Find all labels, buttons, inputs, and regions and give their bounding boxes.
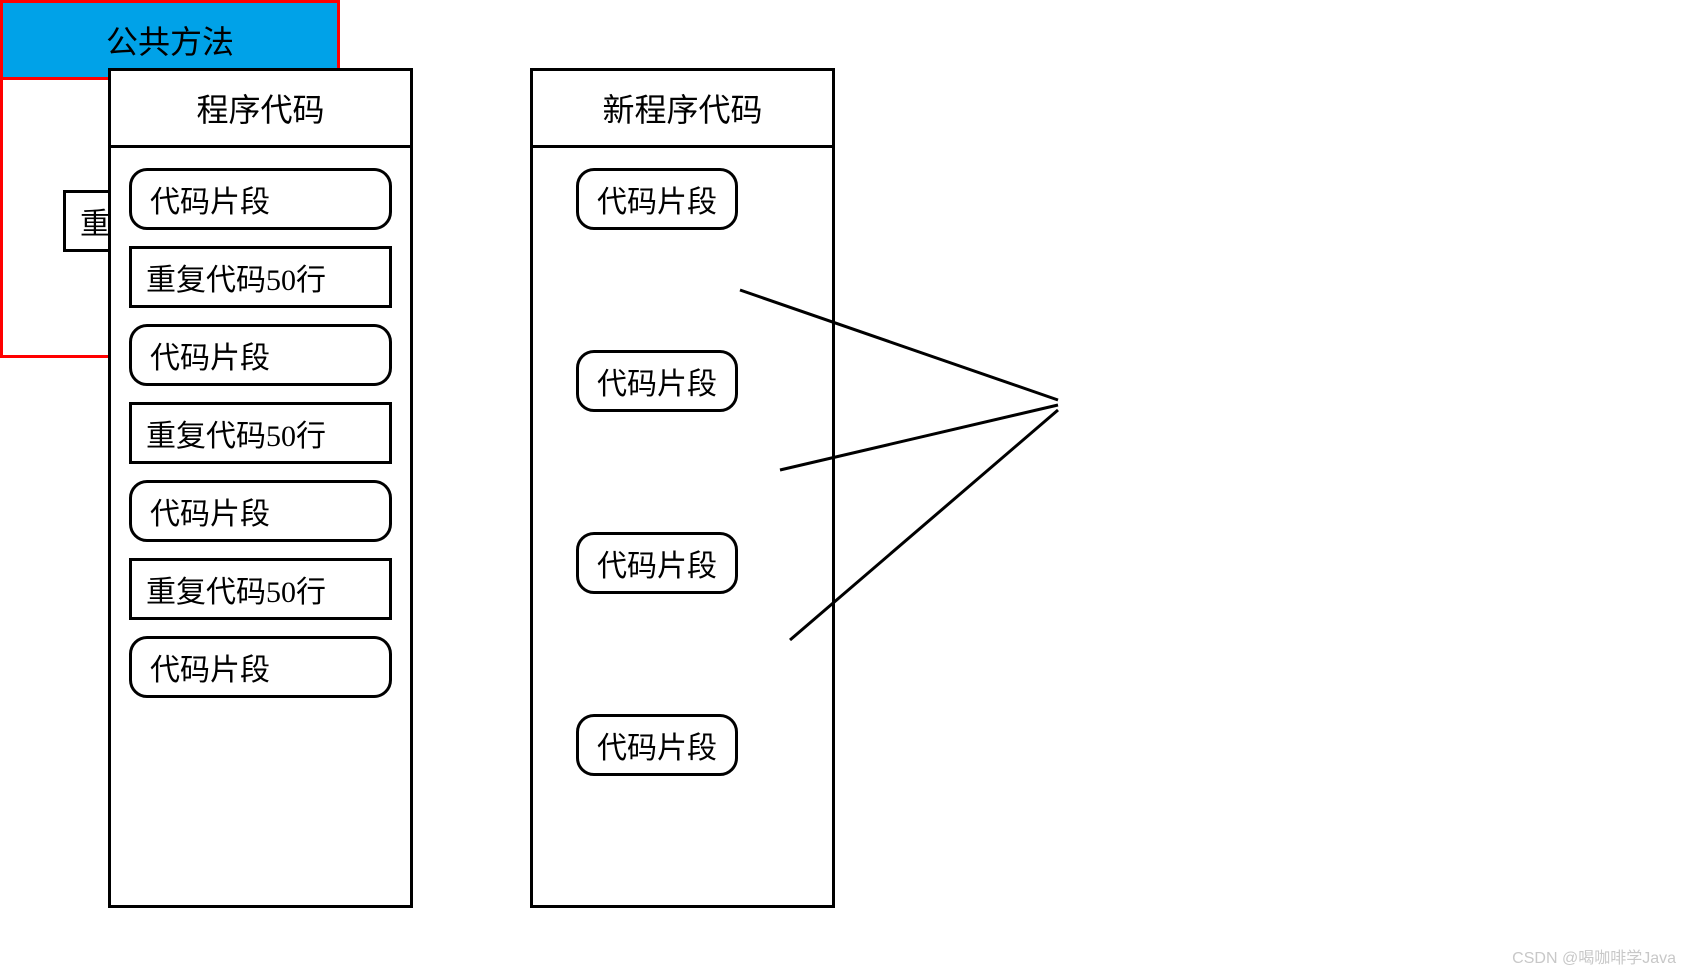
code-snippet: 代码片段: [576, 350, 738, 412]
watermark: CSDN @喝咖啡学Java: [1512, 944, 1676, 968]
code-snippet: 代码片段: [129, 480, 392, 542]
repeated-code: 重复代码50行: [129, 558, 392, 620]
program-code-body: 代码片段 重复代码50行 代码片段 重复代码50行 代码片段 重复代码50行 代…: [111, 148, 410, 718]
code-snippet: 代码片段: [129, 324, 392, 386]
repeated-code: 重复代码50行: [129, 402, 392, 464]
diagram-container: 程序代码 代码片段 重复代码50行 代码片段 重复代码50行 代码片段 重复代码…: [0, 0, 1690, 978]
new-program-code-box: 新程序代码 代码片段 代码片段 代码片段 代码片段: [530, 68, 835, 908]
new-program-code-body: 代码片段 代码片段 代码片段 代码片段: [533, 148, 832, 796]
code-snippet: 代码片段: [576, 168, 738, 230]
program-code-title: 程序代码: [111, 71, 410, 148]
code-snippet: 代码片段: [129, 168, 392, 230]
code-snippet: 代码片段: [129, 636, 392, 698]
repeated-code: 重复代码50行: [129, 246, 392, 308]
new-program-code-title: 新程序代码: [533, 71, 832, 148]
code-snippet: 代码片段: [576, 532, 738, 594]
code-snippet: 代码片段: [576, 714, 738, 776]
program-code-box: 程序代码 代码片段 重复代码50行 代码片段 重复代码50行 代码片段 重复代码…: [108, 68, 413, 908]
